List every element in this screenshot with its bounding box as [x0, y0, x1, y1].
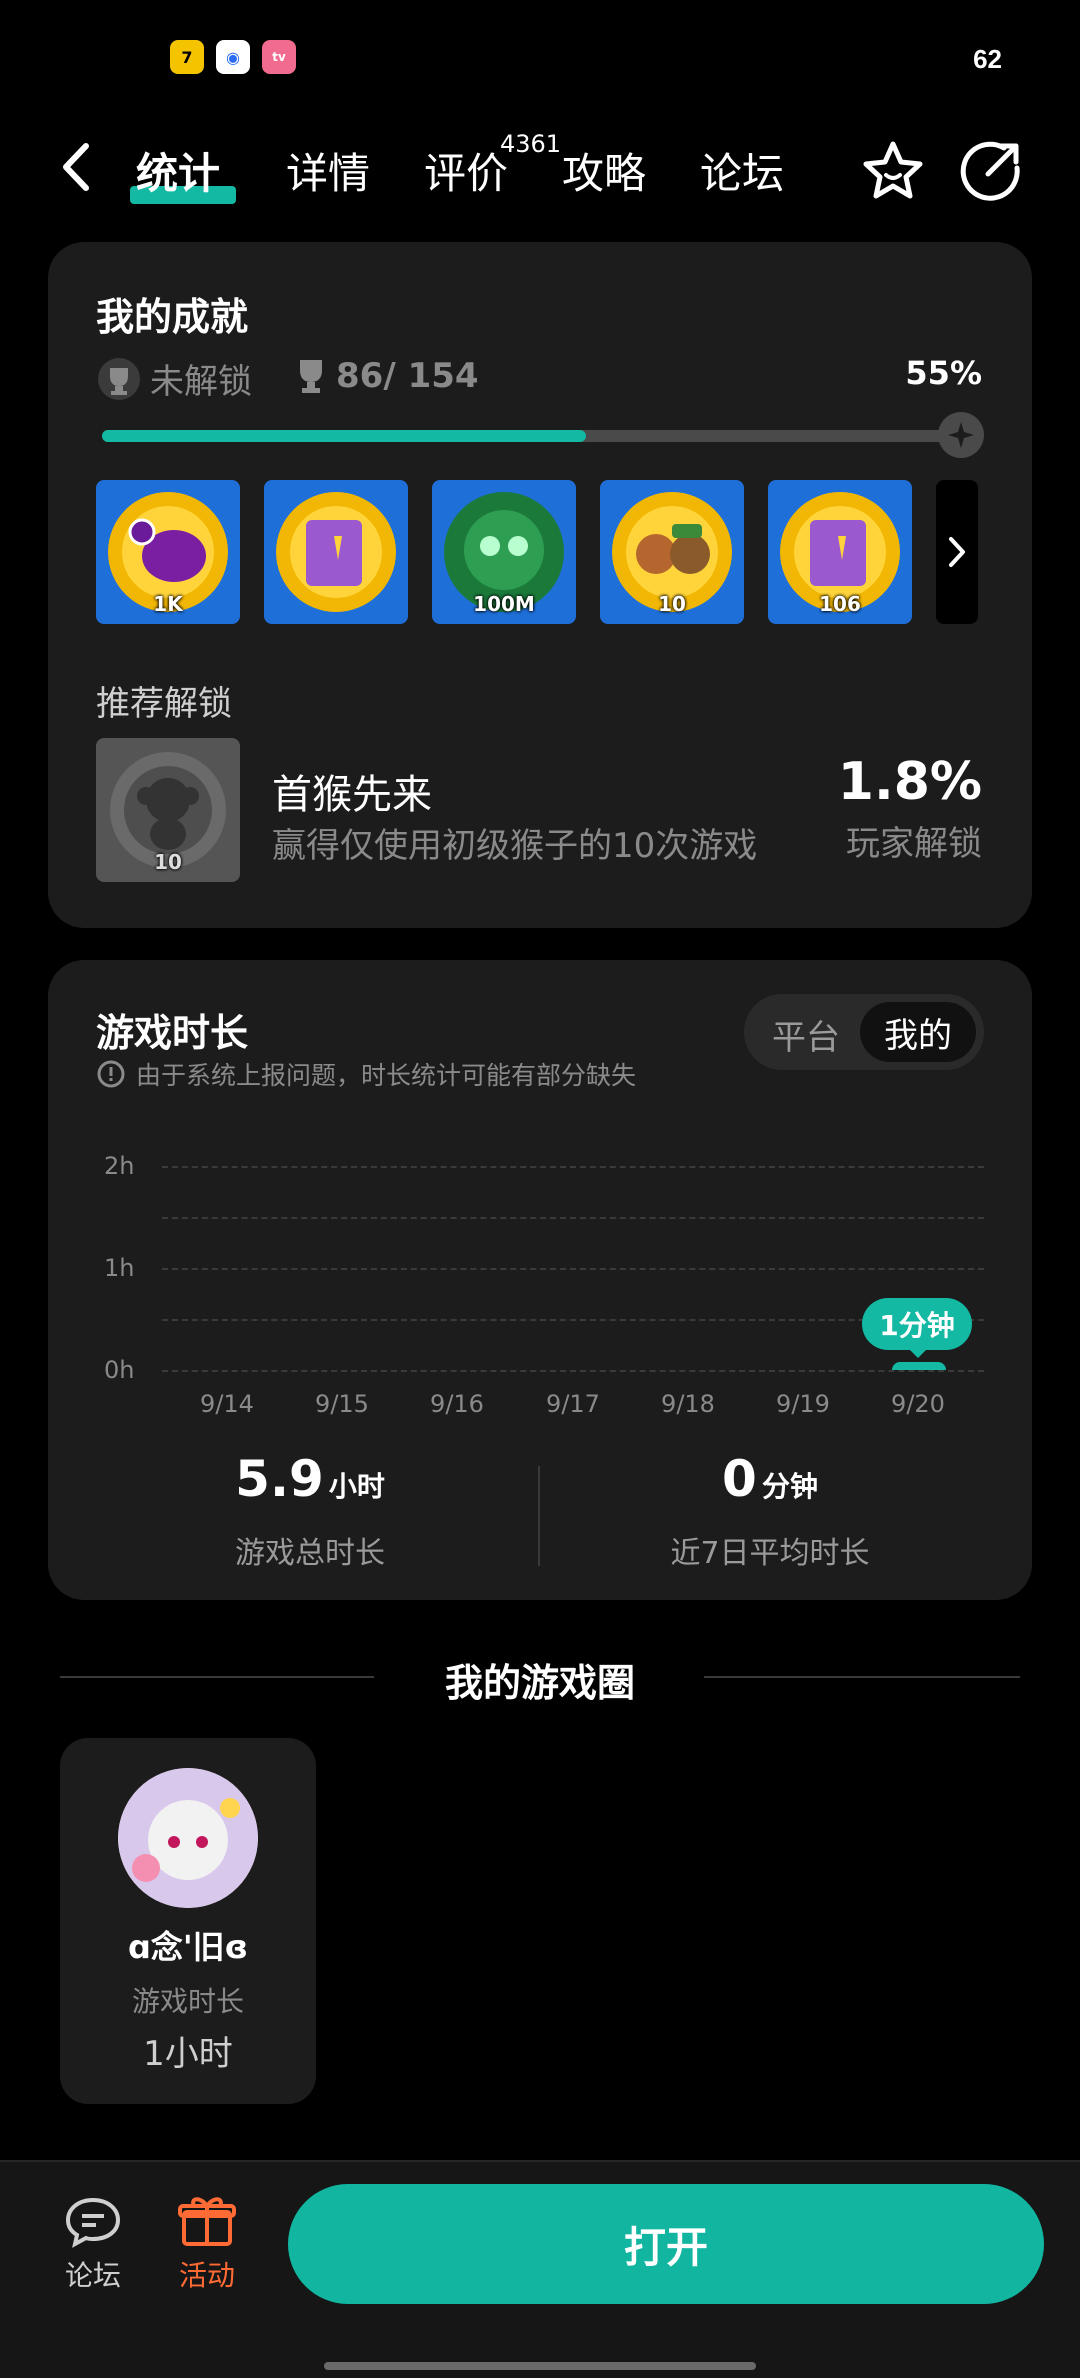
battery-level: 62	[973, 44, 1002, 74]
more-achievements-button[interactable]	[936, 480, 978, 624]
anime-avatar-icon	[118, 1768, 258, 1908]
achievement-progress	[102, 430, 982, 442]
avg-playtime-unit: 分钟	[761, 1470, 818, 1503]
playtime-title: 游戏时长	[96, 1011, 249, 1055]
status-app-icons: 7 ◉ tv	[170, 40, 296, 74]
avatar	[118, 1768, 258, 1908]
circle-user-time-label: 游戏时长	[131, 1985, 244, 2018]
cup-icon	[300, 360, 322, 393]
avg-playtime-value: 0	[722, 1450, 757, 1508]
activity-label: 活动	[178, 2259, 235, 2292]
bilibili-app-icon: tv	[262, 40, 296, 74]
achievements-title: 我的成就	[96, 295, 249, 339]
achievement-badge[interactable]	[264, 480, 408, 624]
achievement-badge[interactable]: 100M	[432, 480, 576, 624]
recommend-badge-label: 10	[154, 850, 182, 874]
toggle-mine[interactable]: 我的	[860, 1002, 976, 1062]
achievement-badge[interactable]: 1K	[96, 480, 240, 624]
playtime-notice-text: 由于系统上报问题，时长统计可能有部分缺失	[136, 1061, 637, 1090]
tab-details[interactable]: 详情	[286, 140, 370, 201]
notification-app-icon: 7	[170, 40, 204, 74]
avg-playtime: 0 分钟	[620, 1450, 920, 1508]
chat-icon	[65, 2197, 121, 2248]
forum-button[interactable]: 论坛	[60, 2194, 126, 2294]
tab-guides[interactable]: 攻略	[562, 140, 646, 201]
circle-user-card[interactable]: ɑ念'旧ɞ 游戏时长 1小时	[60, 1738, 316, 2104]
activity-button[interactable]: 活动	[174, 2192, 240, 2294]
total-playtime-unit: 小时	[328, 1470, 385, 1503]
achievement-count-value: 86/ 154	[336, 356, 479, 396]
share-icon	[960, 141, 1020, 201]
achievement-badge[interactable]: 10	[600, 480, 744, 624]
playtime-toggle: 平台 我的	[744, 994, 984, 1070]
open-game-button[interactable]: 打开	[288, 2184, 1044, 2304]
unlock-status: 未解锁	[96, 354, 252, 403]
achievement-badge[interactable]: 106	[768, 480, 912, 624]
circle-user-time-value: 1小时	[143, 2034, 233, 2074]
total-playtime-value: 5.9	[235, 1450, 324, 1508]
game-circle-title: 我的游戏圈	[444, 1661, 635, 1705]
tab-reviews[interactable]: 评价	[424, 140, 508, 201]
recommend-badge[interactable]: 10	[96, 738, 240, 882]
stats-divider	[538, 1466, 540, 1566]
chevron-left-icon	[63, 143, 89, 191]
achievement-percent: 55%	[905, 354, 982, 392]
home-indicator[interactable]	[324, 2362, 756, 2370]
recommend-rate: 1.8%	[837, 752, 982, 812]
star-icon	[863, 141, 923, 199]
tab-forum[interactable]: 论坛	[700, 140, 784, 201]
recommend-title: 推荐解锁	[96, 684, 232, 724]
baidu-app-icon: ◉	[216, 40, 250, 74]
playtime-notice: 由于系统上报问题，时长统计可能有部分缺失	[96, 1056, 636, 1092]
favorite-button[interactable]	[860, 138, 926, 204]
achievement-progress-fill	[102, 430, 586, 442]
recommend-rate-label: 玩家解锁	[846, 824, 982, 864]
achievement-count: 86/ 154	[296, 356, 479, 396]
progress-end-icon	[938, 412, 984, 458]
forum-label: 论坛	[64, 2259, 121, 2292]
tab-stats[interactable]: 统计	[136, 140, 220, 201]
achievement-badge-label: 10	[658, 592, 686, 616]
recommend-name: 首猴先来	[272, 772, 432, 818]
chevron-right-icon	[949, 537, 965, 567]
total-playtime: 5.9 小时	[160, 1450, 460, 1508]
sparkle-icon	[948, 422, 974, 448]
avg-playtime-label: 近7日平均时长	[670, 1536, 870, 1571]
trophy-icon	[98, 357, 140, 400]
achievement-badge-label: 100M	[473, 592, 535, 616]
achievement-badge-label: 106	[819, 592, 861, 616]
recommend-description: 赢得仅使用初级猴子的10次游戏	[272, 826, 758, 866]
info-icon	[97, 1060, 125, 1088]
divider-left	[60, 1676, 374, 1678]
locked-label: 未解锁	[150, 362, 252, 402]
gift-icon	[178, 2197, 236, 2246]
achievement-book-icon	[276, 492, 396, 612]
back-button[interactable]	[56, 140, 100, 194]
divider-right	[704, 1676, 1020, 1678]
achievement-badge-label: 1K	[153, 592, 183, 616]
reviews-count-badge: 4361	[500, 130, 562, 158]
share-button[interactable]	[958, 138, 1024, 204]
circle-user-name: ɑ念'旧ɞ	[127, 1928, 249, 1966]
toggle-platform[interactable]: 平台	[772, 1010, 840, 1059]
total-playtime-label: 游戏总时长	[235, 1536, 385, 1571]
